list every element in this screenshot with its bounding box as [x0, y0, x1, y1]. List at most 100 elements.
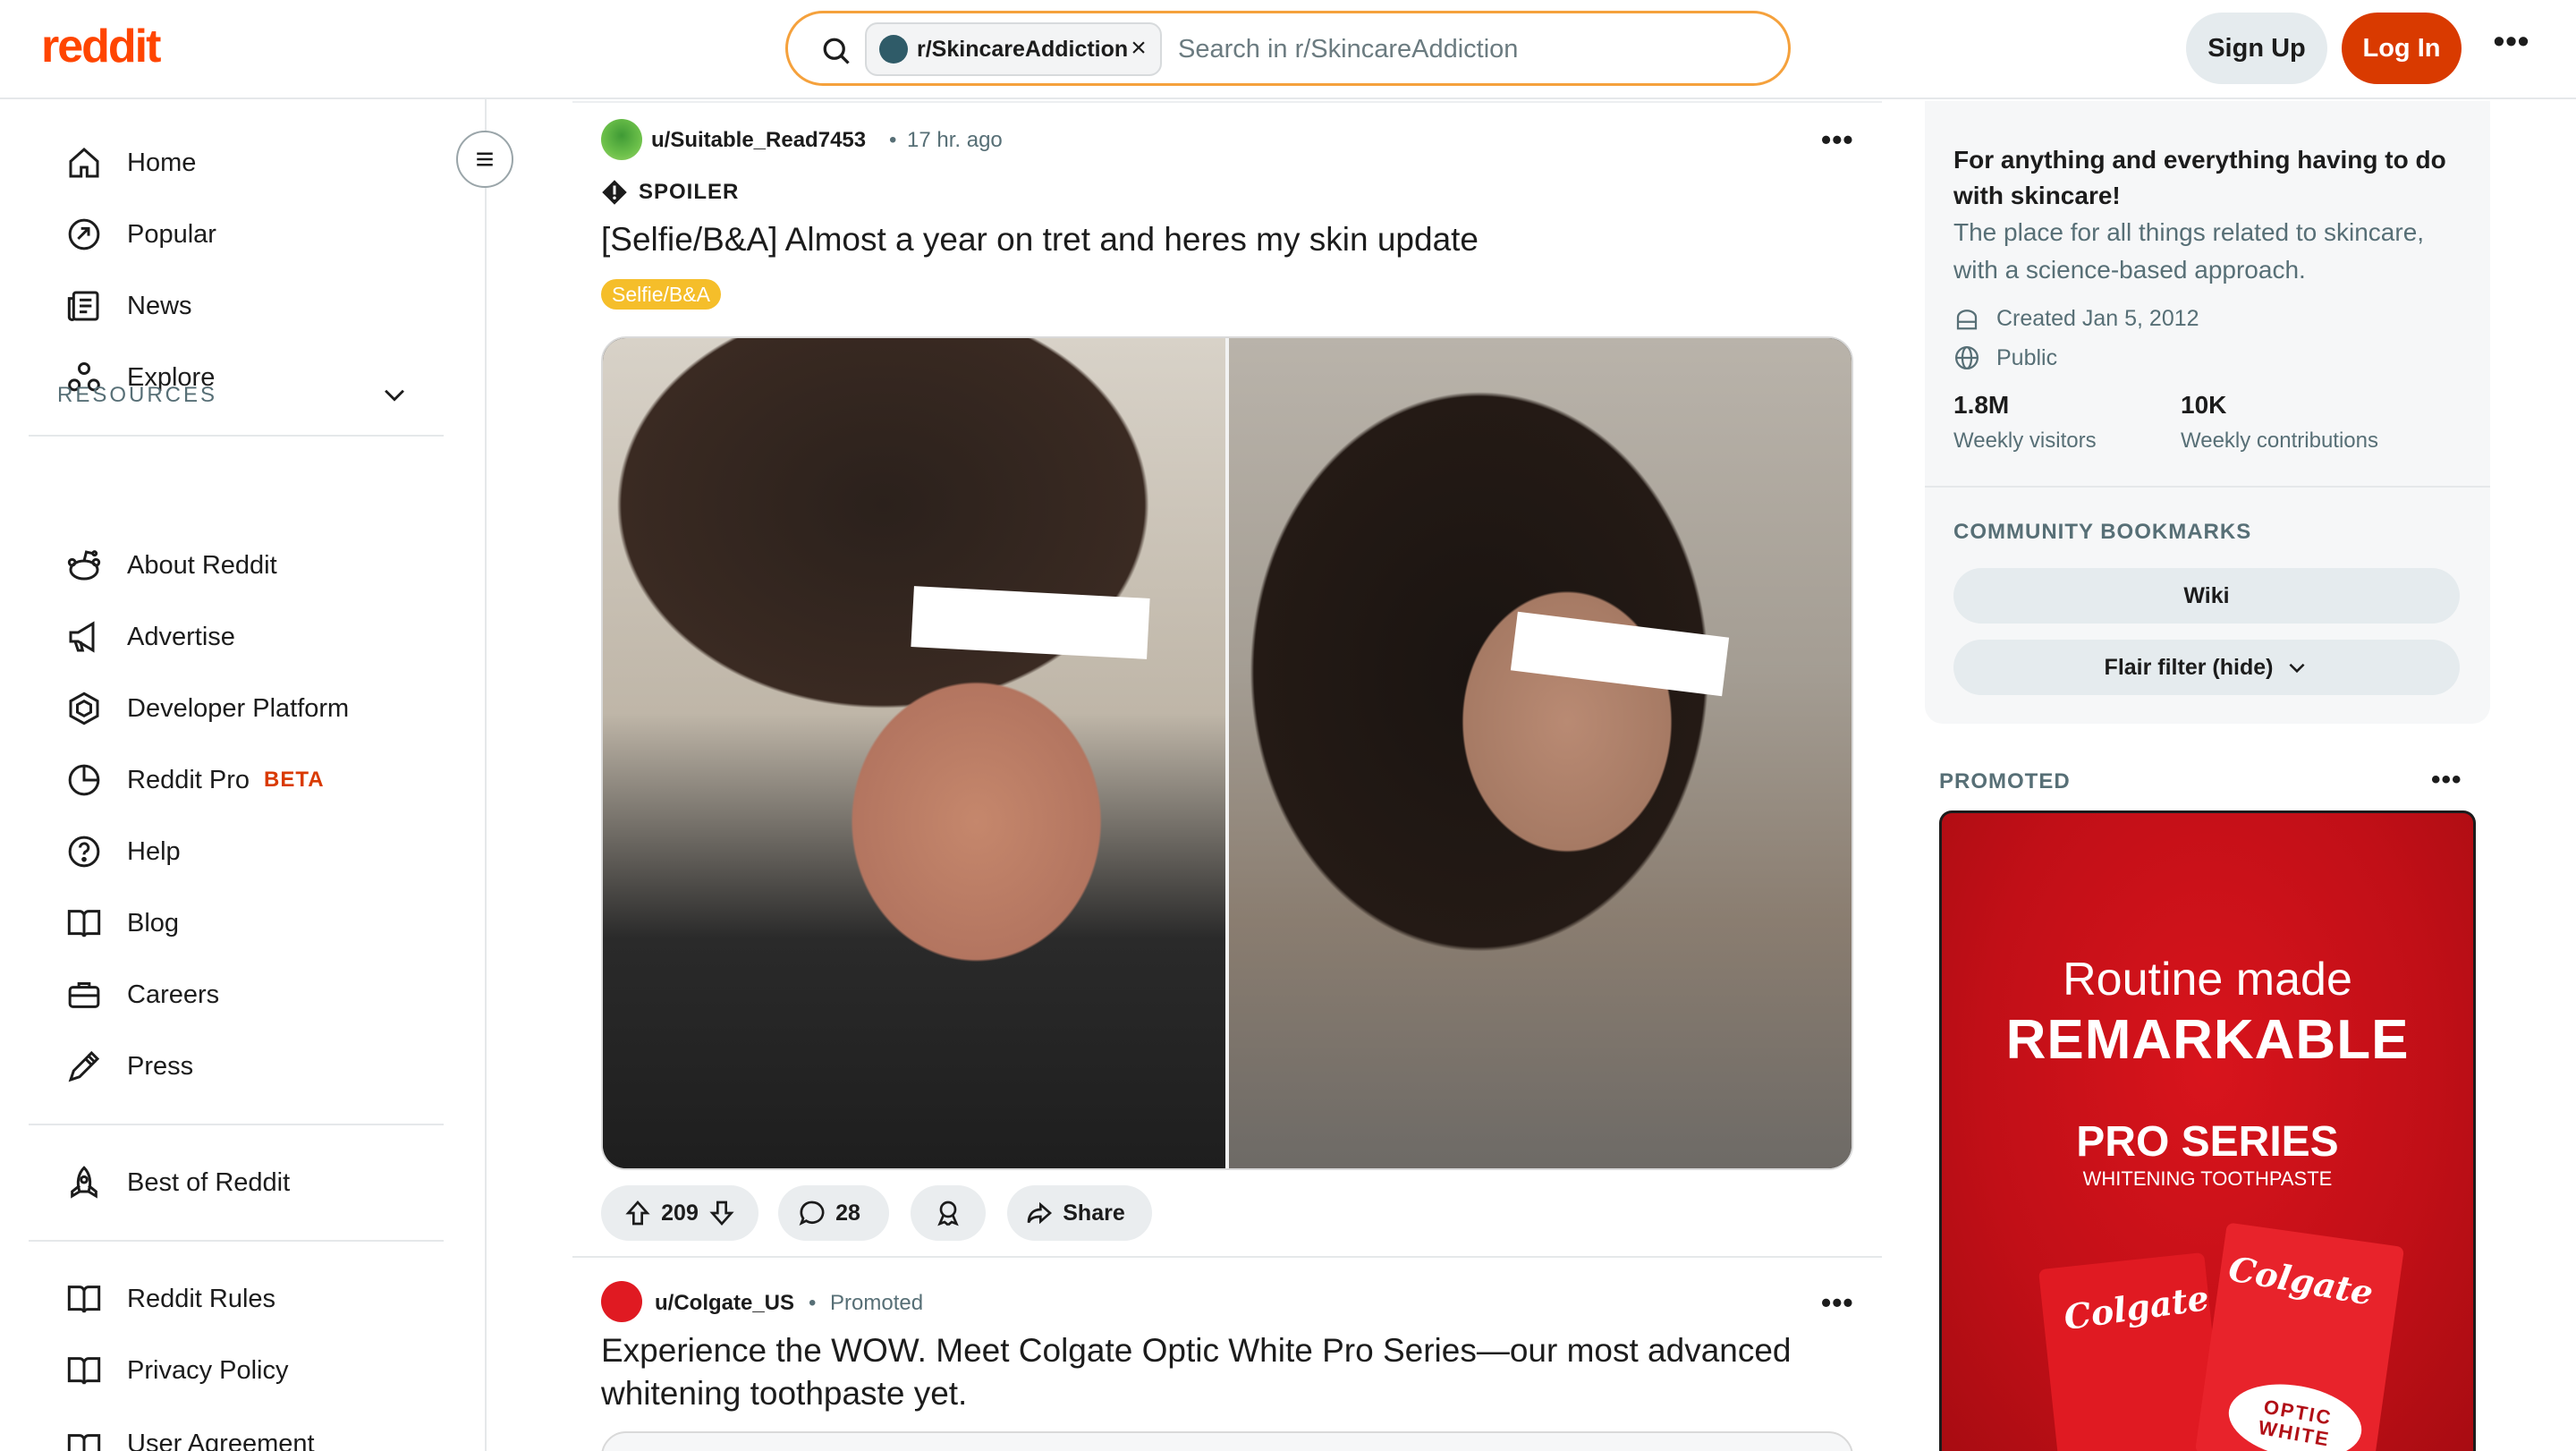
post-flair[interactable]: Selfie/B&A [601, 279, 721, 310]
post-title[interactable]: [Selfie/B&A] Almost a year on tret and h… [601, 218, 1853, 261]
sidebar-item-label: Reddit Pro [127, 765, 250, 794]
sidebar-item-label: Press [127, 1051, 194, 1081]
ad-headline: Routine made [2063, 954, 2352, 1006]
share-button[interactable]: Share [1007, 1185, 1152, 1241]
rocket-icon [71, 1166, 97, 1199]
search-input[interactable] [1178, 26, 1750, 72]
beta-badge: BETA [264, 768, 325, 792]
post-divider [572, 1256, 1882, 1258]
card-divider [1925, 486, 2490, 488]
sidebar-item-label: Advertise [127, 622, 235, 651]
reddit-logo[interactable]: reddit [41, 20, 161, 73]
book-icon [67, 910, 101, 938]
after-photo [1229, 338, 1852, 1168]
sidebar-item-privacy-policy[interactable]: Privacy Policy [29, 1338, 440, 1403]
sidebar-item-about-reddit[interactable]: About Reddit [29, 533, 440, 598]
sidebar-item-careers[interactable]: Careers [29, 963, 440, 1027]
sidebar-item-user-agreement[interactable]: User Agreement [29, 1410, 440, 1451]
ad-product-subtitle: WHITENING TOOTHPASTE [2082, 1167, 2333, 1190]
sign-up-button[interactable]: Sign Up [2186, 13, 2327, 84]
sidebar-item-help[interactable]: Help [29, 819, 440, 884]
wiki-button[interactable]: Wiki [1953, 568, 2460, 624]
post-time: 17 hr. ago [907, 128, 1003, 152]
sidebar-item-press[interactable]: Press [29, 1034, 440, 1099]
post-options-icon[interactable]: ••• [1821, 1288, 1854, 1317]
developer-icon [69, 692, 99, 726]
news-icon [67, 291, 99, 321]
sidebar-divider [29, 1124, 444, 1125]
comments-button[interactable]: 28 [778, 1185, 889, 1241]
sidebar-item-advertise[interactable]: Advertise [29, 605, 440, 669]
search-bar[interactable]: r/SkincareAddiction × [785, 11, 1791, 86]
sidebar-item-reddit-rules[interactable]: Reddit Rules [29, 1267, 440, 1331]
post-author[interactable]: u/Suitable_Read7453 [651, 128, 866, 153]
sidebar-item-label: Home [127, 148, 197, 177]
promoted-tag: Promoted [830, 1291, 924, 1315]
sidebar-divider [29, 435, 444, 437]
book-icon [67, 1434, 101, 1451]
community-about-card: For anything and everything having to do… [1925, 101, 2490, 724]
chevron-down-icon[interactable] [379, 379, 410, 410]
sidebar-item-developer-platform[interactable]: Developer Platform [29, 676, 440, 741]
sidebar-item-home[interactable]: Home [29, 131, 440, 195]
more-options-icon[interactable]: ••• [2488, 25, 2535, 64]
subreddit-chip-label: r/SkincareAddiction [917, 36, 1129, 62]
eye-censor-bar [911, 586, 1150, 659]
sidebar-item-news[interactable]: News [29, 274, 440, 338]
award-button[interactable] [911, 1185, 986, 1241]
globe-icon [1955, 346, 1979, 369]
chevron-down-icon [2289, 663, 2305, 674]
author-avatar[interactable] [601, 1281, 642, 1322]
spoiler-tag: SPOILER [601, 179, 739, 206]
post-image[interactable] [601, 336, 1853, 1170]
popular-icon [68, 218, 100, 250]
stat-value: 10K [2181, 391, 2227, 419]
collapse-sidebar-button[interactable] [456, 131, 513, 188]
vote-control: 209 [601, 1185, 758, 1241]
subreddit-chip[interactable]: r/SkincareAddiction × [865, 22, 1162, 76]
subreddit-avatar [879, 35, 908, 64]
sidebar-divider [29, 1240, 444, 1242]
sidebar-item-label: News [127, 291, 192, 320]
promoted-ad[interactable]: Routine made REMARKABLE PRO SERIES WHITE… [1939, 810, 2476, 1451]
feed-divider [572, 101, 1882, 103]
sidebar-item-popular[interactable]: Popular [29, 202, 440, 267]
upvote-icon[interactable] [623, 1199, 652, 1227]
promoted-media[interactable] [601, 1431, 1853, 1451]
log-in-button[interactable]: Log In [2342, 13, 2462, 84]
vote-count: 209 [661, 1200, 699, 1226]
post-title[interactable]: Experience the WOW. Meet Colgate Optic W… [601, 1329, 1853, 1415]
sidebar-item-blog[interactable]: Blog [29, 891, 440, 955]
ad-options-icon[interactable]: ••• [2431, 767, 2462, 793]
spoiler-icon [602, 180, 627, 205]
top-header: reddit r/SkincareAddiction × Sign Up Log… [0, 0, 2576, 99]
sidebar-item-label: Popular [127, 219, 216, 249]
community-description: The place for all things related to skin… [1953, 218, 2425, 284]
ad-product-series: PRO SERIES [2076, 1118, 2339, 1166]
bookmarks-heading: COMMUNITY BOOKMARKS [1953, 520, 2252, 544]
share-icon [1027, 1201, 1053, 1225]
stat-label: Weekly visitors [1953, 429, 2097, 453]
post-author[interactable]: u/Colgate_US [655, 1291, 794, 1316]
visibility-label: Public [1996, 344, 2058, 370]
sidebar-item-label: User Agreement [127, 1430, 315, 1451]
created-date: Created Jan 5, 2012 [1996, 305, 2199, 331]
stat-value: 1.8M [1953, 391, 2010, 419]
flair-filter-button[interactable]: Flair filter (hide) [1953, 640, 2460, 695]
close-icon[interactable]: × [1126, 35, 1151, 62]
pie-chart-icon [68, 764, 100, 796]
sidebar-item-best-of-reddit[interactable]: Best of Reddit [29, 1150, 440, 1215]
reddit-alien-icon [67, 550, 101, 581]
sidebar-item-label: Careers [127, 980, 220, 1009]
meta-separator: • [889, 128, 897, 152]
sidebar-item-label: About Reddit [127, 550, 277, 580]
post-options-icon[interactable]: ••• [1821, 125, 1854, 154]
sidebar-item-label: Blog [127, 908, 180, 938]
resources-heading[interactable]: RESOURCES [57, 383, 217, 408]
sidebar-item-reddit-pro[interactable]: Reddit Pro BETA [29, 748, 440, 812]
author-avatar[interactable] [601, 119, 642, 160]
meta-separator: • [809, 1291, 817, 1315]
downvote-icon[interactable] [708, 1199, 736, 1227]
home-icon [69, 147, 99, 178]
comment-count: 28 [835, 1200, 860, 1226]
